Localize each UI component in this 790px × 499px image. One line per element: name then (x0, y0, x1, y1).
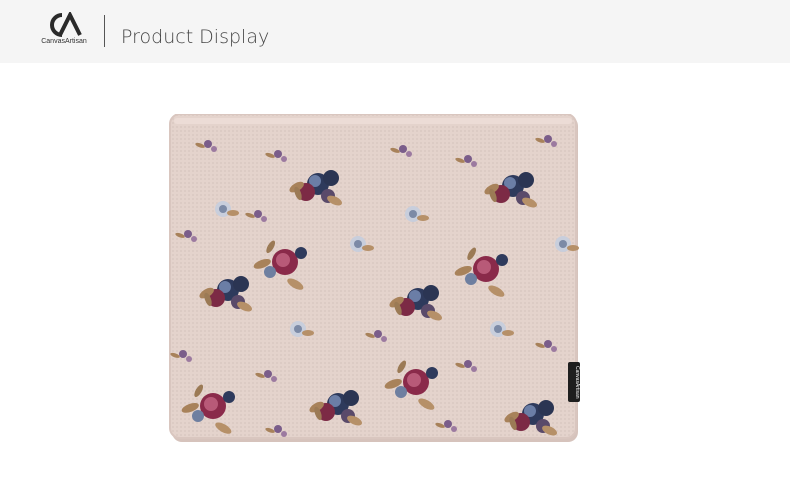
brand-tag-text: CanvasArtisan (574, 366, 580, 399)
header-divider (104, 15, 105, 47)
brand-name: CanvasArtisan (41, 38, 87, 45)
page-title: Product Display (121, 26, 270, 48)
product-image: CanvasArtisan (168, 113, 582, 444)
sleeve-body (169, 113, 577, 439)
sleeve-zipper (174, 118, 572, 124)
canvasartisan-logo[interactable]: CanvasArtisan (38, 12, 90, 50)
canvasartisan-logo-icon (50, 12, 82, 37)
page-header: CanvasArtisan Product Display (0, 0, 790, 63)
